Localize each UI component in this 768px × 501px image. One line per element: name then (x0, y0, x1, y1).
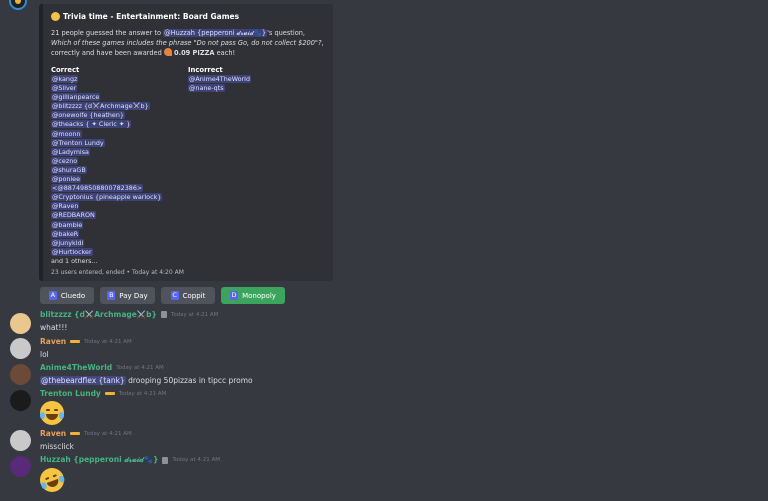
desc-mid1: 's question, (267, 29, 306, 37)
user-mention[interactable]: @thebeardflex {tank} (40, 376, 126, 385)
user-mention[interactable]: @onewolfe {heathen} (51, 111, 125, 120)
timestamp: Today at 4:21 AM (172, 457, 220, 463)
user-mention[interactable]: @poniee (51, 175, 82, 184)
user-mention[interactable]: @theacks { ✦ Cleric ✦ } (51, 120, 132, 129)
answer-button-a[interactable]: A Cluedo (40, 287, 94, 304)
username[interactable]: Raven (40, 337, 66, 346)
thinking-emoji-icon (51, 12, 60, 21)
embed-title-text: Trivia time - Entertainment: Board Games (63, 12, 240, 21)
timestamp: Today at 4:21 AM (170, 311, 219, 318)
timestamp: Today at 4:21 AM (84, 338, 132, 345)
user-mention[interactable]: @bakeR (51, 229, 80, 238)
button-label: Pay Day (119, 291, 148, 300)
embed-title: Trivia time - Entertainment: Board Games (51, 12, 325, 21)
answer-button-b[interactable]: B Pay Day (100, 287, 155, 304)
letter-b-icon: B (107, 291, 116, 300)
avatar[interactable] (10, 338, 31, 359)
avatar[interactable] (10, 364, 31, 385)
button-label: Coppit (182, 291, 206, 300)
rofl-emoji-icon (36, 464, 68, 496)
user-mention[interactable]: <@887498508800782386> (51, 184, 144, 193)
timestamp: Today at 4:21 AM (116, 364, 164, 371)
button-label: Monopoly (242, 291, 276, 300)
username[interactable]: Anime4TheWorld (40, 363, 112, 372)
letter-c-icon: C (170, 291, 179, 300)
answer-button-d[interactable]: D Monopoly (221, 287, 285, 304)
trivia-embed: Trivia time - Entertainment: Board Games… (39, 4, 333, 281)
correct-list: @kangz @Silver @gillianpearce @blitzzzz {d⚔… (51, 75, 188, 266)
user-mention[interactable]: @bambie (51, 220, 84, 229)
user-mention[interactable]: @moonn (51, 129, 82, 138)
user-mention[interactable]: @Ladymisa (51, 147, 90, 156)
incorrect-field: Incorrect @Anime4TheWorld @nane-qts (188, 66, 325, 266)
arrow-badge-icon (70, 340, 81, 343)
user-mention[interactable]: @Silver (51, 84, 78, 93)
desc-suffix: each! (214, 49, 236, 57)
user-mention[interactable]: @Trenton Lundy (51, 138, 105, 147)
letter-d-icon: D (230, 291, 239, 300)
role-icon (160, 311, 167, 318)
role-icon (162, 456, 169, 464)
message-text: missclick (40, 442, 74, 451)
desc-prefix: 21 people guessed the answer to (51, 29, 164, 37)
joy-emoji-icon (40, 401, 64, 425)
user-mention[interactable]: @nane-qts (188, 84, 225, 93)
username[interactable]: Raven (40, 429, 66, 438)
award-amount: 0.09 PIZZA (173, 49, 215, 57)
user-mention[interactable]: @shuraGB (51, 165, 87, 174)
incorrect-label: Incorrect (188, 66, 223, 74)
letter-a-icon: A (48, 291, 57, 300)
avatar[interactable] (10, 390, 31, 411)
user-mention[interactable]: @Anime4TheWorld (188, 75, 252, 83)
answer-buttons: A Cluedo B Pay Day C Coppit D Monopoly (40, 287, 285, 304)
user-mention[interactable]: @gillianpearce (51, 93, 101, 102)
avatar[interactable] (10, 313, 31, 334)
message-text: lol (40, 350, 49, 359)
avatar[interactable] (10, 456, 31, 477)
embed-description: 21 people guessed the answer to @Huzzah … (51, 28, 325, 58)
username[interactable]: Trenton Lundy (40, 389, 101, 398)
username[interactable]: blitzzzz {d⚔️Archmage⚔️b} (40, 310, 157, 319)
timestamp: Today at 4:21 AM (84, 430, 132, 437)
button-label: Cluedo (60, 291, 86, 300)
incorrect-list: @Anime4TheWorld @nane-qts (188, 75, 325, 93)
message-text: @thebeardflex {tank} drooping 50pizzas i… (40, 376, 253, 385)
question-text: Which of these games includes the phrase… (51, 39, 322, 47)
bot-avatar[interactable] (9, 0, 27, 10)
embed-footer: 23 users entered, ended • Today at 4:20 … (51, 269, 184, 276)
user-mention[interactable]: @Hurtlocker (51, 247, 93, 256)
user-mention[interactable]: @blitzzzz {d⚔️Archmage⚔️b} (51, 102, 150, 111)
user-mention[interactable]: @junykidi (51, 238, 85, 247)
answer-button-c[interactable]: C Coppit (161, 287, 215, 304)
timestamp: Today at 4:21 AM (118, 390, 167, 397)
user-mention[interactable]: @Cryptonius {pineapple warlock} (51, 193, 163, 202)
message-body: drooping 50pizzas in tipcc promo (125, 376, 253, 385)
user-mention[interactable]: @Raven (51, 202, 80, 211)
user-mention[interactable]: @cezno (51, 156, 79, 165)
pizza-icon (163, 48, 172, 56)
more-count: and 1 others... (51, 256, 98, 265)
user-mention[interactable]: @REDBARON (51, 211, 96, 220)
correct-field: Correct @kangz @Silver @gillianpearce @blit… (51, 66, 188, 266)
message-text: what!!! (40, 323, 68, 332)
arrow-badge-icon (104, 392, 115, 395)
asker-mention[interactable]: @Huzzah {pepperoni 𝓭𝓻𝓾𝓲𝓭🐾} (163, 29, 268, 37)
arrow-badge-icon (70, 432, 81, 435)
username[interactable]: Huzzah {pepperoni 𝓭𝓻𝓾𝓲𝓭🐾} (40, 455, 158, 465)
user-mention[interactable]: @kangz (51, 75, 79, 83)
avatar[interactable] (10, 430, 31, 451)
correct-label: Correct (51, 66, 80, 74)
